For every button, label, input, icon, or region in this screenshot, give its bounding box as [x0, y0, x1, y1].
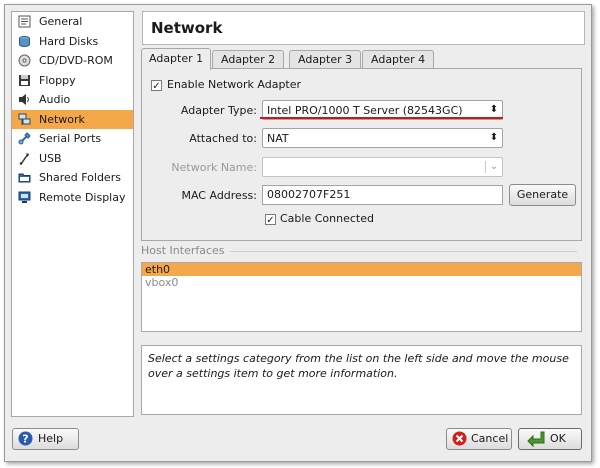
tab-label: Adapter 3 — [298, 53, 353, 66]
cable-connected-label: Cable Connected — [280, 212, 374, 225]
sidebar-item-label: Audio — [39, 93, 71, 106]
sidebar-item-audio[interactable]: Audio — [12, 90, 133, 110]
adapter-type-label: Adapter Type: — [180, 104, 257, 117]
sidebar-item-usb[interactable]: USB — [12, 149, 133, 169]
remote-display-icon — [18, 191, 31, 203]
sidebar-item-label: Hard Disks — [39, 34, 99, 48]
list-item[interactable]: vbox0 — [142, 276, 581, 289]
attached-to-value: NAT — [267, 132, 289, 145]
sidebar-item-shared-folders[interactable]: Shared Folders — [12, 168, 133, 188]
info-description: Select a settings category from the list… — [141, 345, 582, 415]
svg-text:?: ? — [22, 433, 28, 446]
sidebar-item-label: Remote Display — [39, 190, 126, 204]
network-icon — [18, 113, 31, 125]
sidebar-item-remote-display[interactable]: Remote Display — [12, 188, 133, 208]
usb-icon — [19, 152, 29, 165]
tab-adapter-1[interactable]: Adapter 1 — [141, 48, 212, 70]
group-divider — [230, 251, 577, 252]
sidebar-item-label: Serial Ports — [39, 132, 102, 145]
shared-folder-icon — [18, 173, 31, 183]
help-icon: ? — [18, 431, 33, 446]
enable-adapter-checkbox[interactable]: ✓ — [151, 80, 162, 92]
sidebar-item-serial-ports[interactable]: Serial Ports — [12, 129, 133, 149]
ok-button-label: OK — [550, 432, 566, 445]
cancel-icon — [452, 431, 467, 446]
audio-icon — [19, 94, 29, 105]
hard-disk-icon — [19, 35, 30, 47]
host-interfaces-list[interactable]: eth0 vbox0 — [141, 262, 582, 332]
sidebar-item-floppy[interactable]: Floppy — [12, 71, 133, 91]
sidebar-item-network[interactable]: Network — [12, 109, 133, 129]
network-name-combo[interactable]: ⌄ — [262, 157, 503, 177]
help-button[interactable]: ? Help — [12, 428, 79, 450]
updown-arrow-icon: ⬍ — [489, 132, 499, 143]
sidebar-item-label: Network — [39, 112, 85, 126]
sidebar-item-general[interactable]: General — [12, 12, 133, 32]
page-title: Network — [151, 19, 223, 37]
sidebar-item-label: Shared Folders — [39, 171, 121, 184]
highlight-underline — [260, 117, 503, 119]
serial-port-icon — [18, 132, 31, 145]
enter-arrow-icon — [527, 431, 545, 447]
generate-mac-button[interactable]: Generate — [509, 184, 576, 206]
sidebar-item-hard-disks[interactable]: Hard Disks — [12, 32, 133, 52]
ok-button[interactable]: OK — [518, 428, 582, 450]
tab-adapter-2[interactable]: Adapter 2 — [212, 50, 285, 69]
list-item[interactable]: eth0 — [142, 263, 581, 276]
floppy-icon — [19, 74, 30, 86]
cancel-button-label: Cancel — [471, 432, 509, 445]
general-icon — [18, 15, 31, 28]
cable-connected-checkbox[interactable]: ✓ — [265, 214, 276, 226]
tab-adapter-4[interactable]: Adapter 4 — [362, 50, 435, 69]
help-button-label: Help — [38, 432, 64, 445]
network-name-label: Network Name: — [171, 161, 257, 174]
tab-label: Adapter 1 — [149, 52, 204, 65]
sidebar-item-label: CD/DVD-ROM — [39, 54, 113, 67]
cdrom-icon — [18, 54, 31, 67]
mac-address-field[interactable]: 08002707F251 — [262, 185, 503, 205]
settings-category-list[interactable]: General Hard Disks CD/DVD-ROM Floppy Aud… — [11, 11, 134, 417]
sidebar-item-label: General — [39, 15, 83, 28]
tab-adapter-3[interactable]: Adapter 3 — [289, 50, 362, 69]
chevron-down-icon: ⌄ — [489, 161, 499, 172]
enable-adapter-label: Enable Network Adapter — [167, 78, 302, 91]
cancel-button[interactable]: Cancel — [446, 428, 512, 450]
page-header: Network — [142, 11, 585, 45]
host-interfaces-title: Host Interfaces — [141, 244, 225, 257]
sidebar-item-label: Floppy — [39, 73, 76, 87]
tab-label: Adapter 4 — [371, 53, 426, 66]
attached-to-label: Attached to: — [189, 132, 257, 145]
mac-address-label: MAC Address: — [181, 189, 257, 202]
attached-to-select[interactable]: NAT ⬍ — [262, 128, 503, 148]
sidebar-item-cdrom[interactable]: CD/DVD-ROM — [12, 51, 133, 71]
sidebar-item-label: USB — [39, 151, 62, 165]
adapter-type-value: Intel PRO/1000 T Server (82543GC) — [267, 104, 463, 117]
tab-label: Adapter 2 — [221, 53, 276, 66]
